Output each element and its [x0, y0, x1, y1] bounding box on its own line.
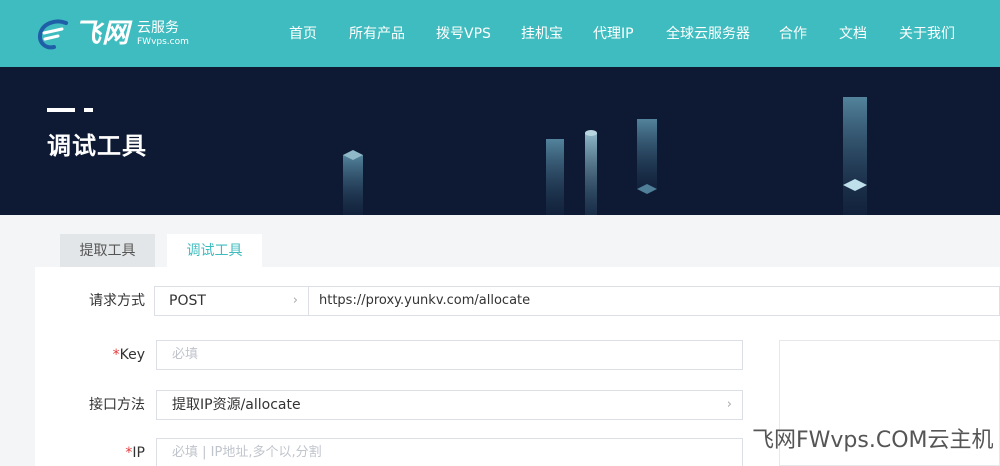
nav-home[interactable]: 首页 — [289, 24, 317, 44]
logo-icon — [37, 19, 68, 50]
key-input[interactable] — [172, 341, 742, 368]
request-url-field[interactable]: https://proxy.yunkv.com/allocate — [308, 286, 1000, 316]
page-banner: 调试工具 — [0, 67, 1000, 215]
page-title: 调试工具 — [47, 132, 147, 160]
top-header: 飞网 云服务 FWvps.com 首页 所有产品 拨号VPS 挂机宝 代理IP … — [0, 0, 1000, 67]
key-label: *Key — [35, 345, 145, 365]
key-label-text: Key — [119, 347, 145, 363]
method-value: POST — [169, 293, 206, 309]
nav-all-products[interactable]: 所有产品 — [349, 24, 405, 44]
site-watermark: 飞网FWvps.COM云主机 — [752, 428, 994, 453]
endpoint-label: 接口方法 — [89, 397, 145, 413]
ip-label: *IP — [35, 443, 145, 463]
tab-debug-tool[interactable]: 调试工具 — [167, 234, 262, 268]
brand-logo[interactable]: 飞网 云服务 FWvps.com — [36, 14, 196, 54]
banner-accent-dot — [84, 108, 93, 112]
chevron-right-icon: › — [726, 397, 732, 412]
ip-label-text: IP — [132, 445, 145, 461]
nav-guajibao[interactable]: 挂机宝 — [521, 24, 563, 44]
nav-cooperation[interactable]: 合作 — [779, 24, 807, 44]
nav-global-cloud[interactable]: 全球云服务器 — [666, 24, 750, 44]
nav-docs[interactable]: 文档 — [839, 24, 867, 44]
request-url-value: https://proxy.yunkv.com/allocate — [319, 293, 531, 308]
key-field[interactable] — [156, 340, 743, 370]
method-label: 请求方式 — [89, 293, 145, 309]
key-required-mark: * — [112, 347, 120, 363]
ip-field[interactable] — [156, 438, 743, 466]
method-select[interactable]: POST › — [154, 286, 309, 316]
nav-dialup-vps[interactable]: 拨号VPS — [436, 24, 491, 44]
nav-about[interactable]: 关于我们 — [899, 24, 955, 44]
banner-accent-line — [47, 108, 75, 112]
nav-proxy-ip[interactable]: 代理IP — [593, 24, 634, 44]
ip-input[interactable] — [172, 439, 742, 466]
brand-domain: FWvps.com — [137, 37, 189, 47]
tab-extract-tool[interactable]: 提取工具 — [60, 234, 155, 268]
brand-name: 飞网 — [74, 18, 130, 49]
endpoint-select[interactable]: 提取IP资源/allocate › — [156, 390, 743, 420]
main-nav: 首页 所有产品 拨号VPS 挂机宝 代理IP 全球云服务器 合作 文档 关于我们 — [280, 0, 1000, 67]
brand-subtitle: 云服务 — [137, 20, 179, 36]
endpoint-value: 提取IP资源/allocate — [172, 397, 301, 413]
banner-decoration — [343, 97, 867, 215]
chevron-right-icon: › — [292, 293, 298, 308]
